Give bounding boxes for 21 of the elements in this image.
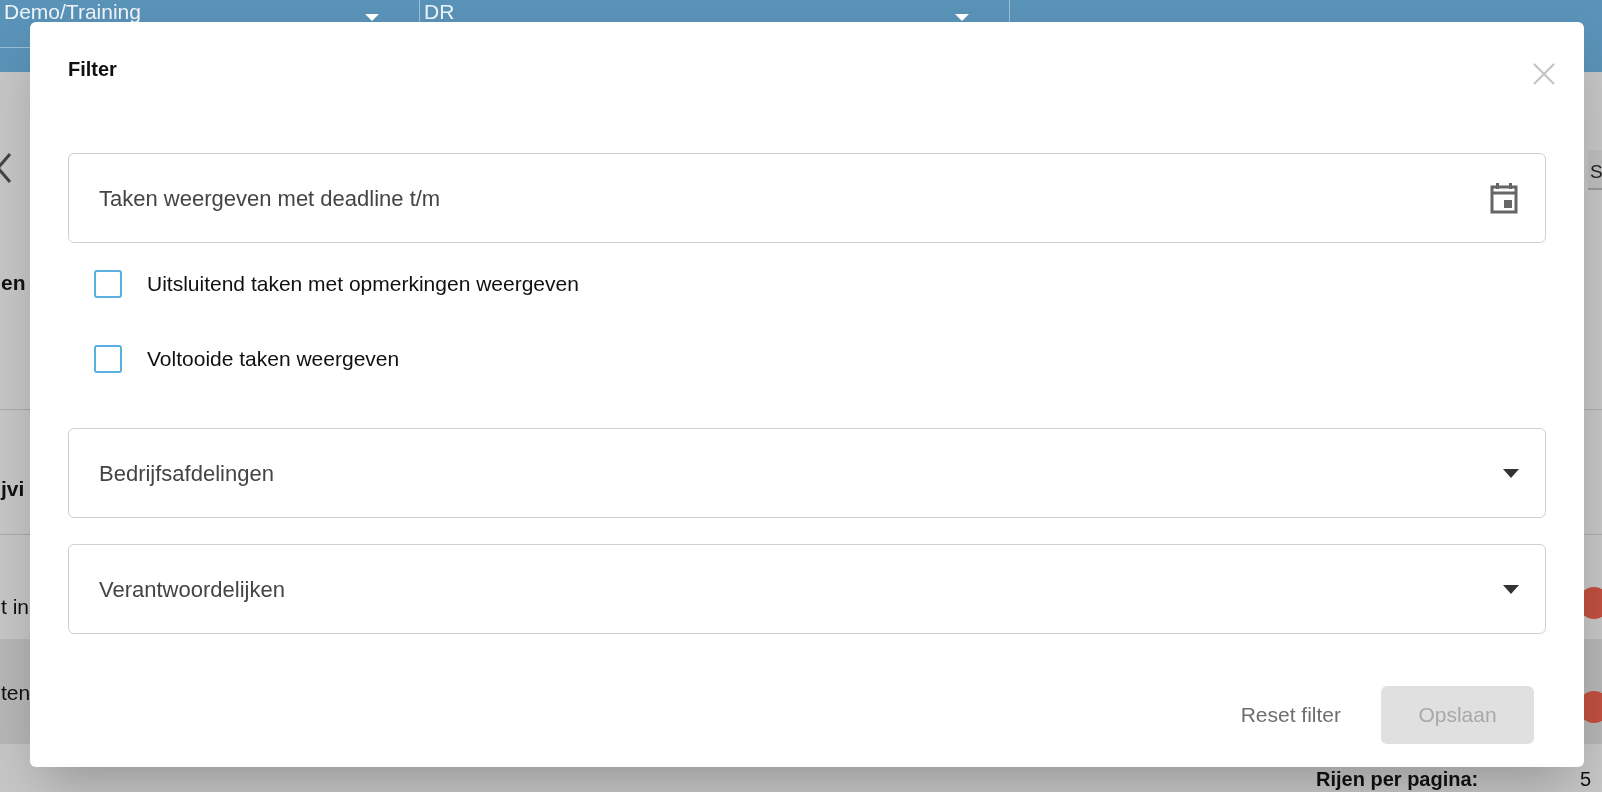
- caret-icon[interactable]: [1503, 468, 1519, 478]
- table-text: ten: [1, 682, 31, 703]
- input-field[interactable]: Bedrijfsafdelingen: [68, 428, 1546, 518]
- input-field[interactable]: Verantwoordelijken: [68, 544, 1546, 634]
- reset-button[interactable]: Reset filter: [1240, 686, 1341, 744]
- table-text: jvi: [1, 478, 25, 499]
- checkbox-label[interactable]: Voltooide taken weergeven: [147, 343, 400, 375]
- tab-button[interactable]: S: [1588, 150, 1602, 190]
- table-text: en: [1, 272, 26, 293]
- table-text: t in: [1, 596, 29, 617]
- dialog-title: Filter: [68, 57, 117, 82]
- checkbox-label[interactable]: Uitsluitend taken met opmerkingen weergeven: [147, 268, 579, 300]
- rows-per-page-label: Rijen per pagina:: [1316, 769, 1479, 789]
- back-icon[interactable]: [0, 152, 12, 184]
- input-field[interactable]: Taken weergeven met deadline t/m: [68, 153, 1546, 243]
- checkbox[interactable]: [94, 345, 122, 373]
- rows-per-page-value[interactable]: 5: [1580, 769, 1592, 789]
- caret-icon[interactable]: [1503, 584, 1519, 594]
- calendar-icon[interactable]: [1489, 182, 1519, 214]
- close-icon[interactable]: [1532, 62, 1556, 86]
- checkbox[interactable]: [94, 270, 122, 298]
